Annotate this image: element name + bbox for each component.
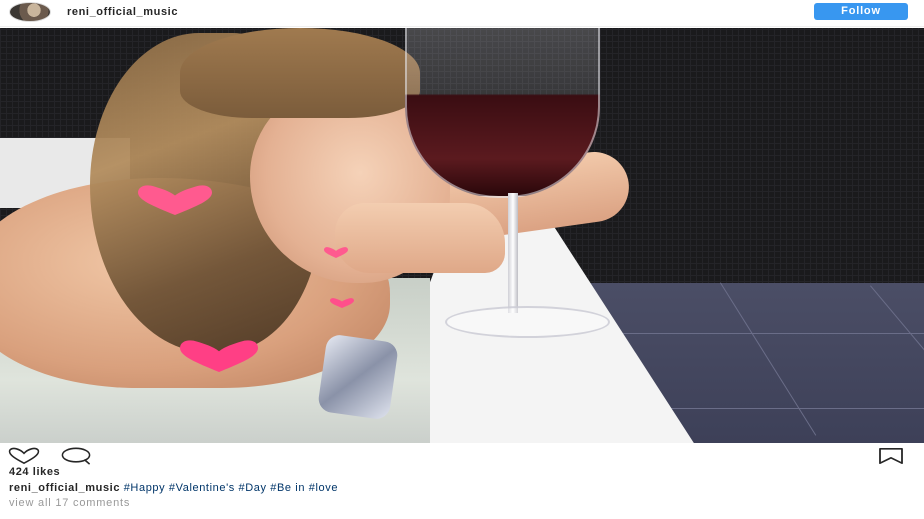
speech-bubble-icon[interactable] [59, 447, 93, 465]
photo-faucet [316, 333, 400, 421]
post-photo[interactable] [0, 28, 924, 443]
bookmark-icon[interactable] [876, 447, 906, 465]
heart-sticker-icon [324, 247, 348, 258]
caption-text: #Happy #Valentine's #Day #Be in #love [124, 482, 338, 494]
heart-outline-icon[interactable] [7, 447, 41, 465]
follow-button[interactable]: Follow [814, 3, 908, 20]
hashtag-link[interactable]: #Day [239, 482, 267, 494]
hashtag-link[interactable]: #love [309, 482, 338, 494]
action-bar [0, 444, 924, 466]
hashtag-link[interactable]: #Valentine [169, 482, 226, 494]
photo-wine-glass-bowl [405, 28, 600, 198]
post-username[interactable]: reni_official_music [67, 6, 178, 18]
avatar[interactable] [9, 2, 51, 22]
caption-word: in [291, 482, 309, 494]
heart-sticker-icon [330, 298, 354, 308]
photo-wine-glass-foot [445, 306, 610, 338]
caption-username[interactable]: reni_official_music [9, 482, 120, 494]
post-caption: reni_official_music #Happy #Valentine's … [9, 482, 338, 494]
photo-wine-glass-stem [508, 193, 518, 313]
heart-sticker-icon [180, 340, 258, 372]
hashtag-link[interactable]: #Happy [124, 482, 166, 494]
heart-sticker-icon [138, 185, 212, 215]
caption-word: 's [226, 482, 239, 494]
view-all-comments-link[interactable]: view all 17 comments [9, 497, 130, 509]
likes-count[interactable]: 424 likes [9, 466, 60, 478]
photo-hair-top [180, 28, 420, 118]
post-header: reni_official_music Follow [0, 0, 924, 27]
photo-hand [335, 203, 505, 273]
hashtag-link[interactable]: #Be [270, 482, 291, 494]
